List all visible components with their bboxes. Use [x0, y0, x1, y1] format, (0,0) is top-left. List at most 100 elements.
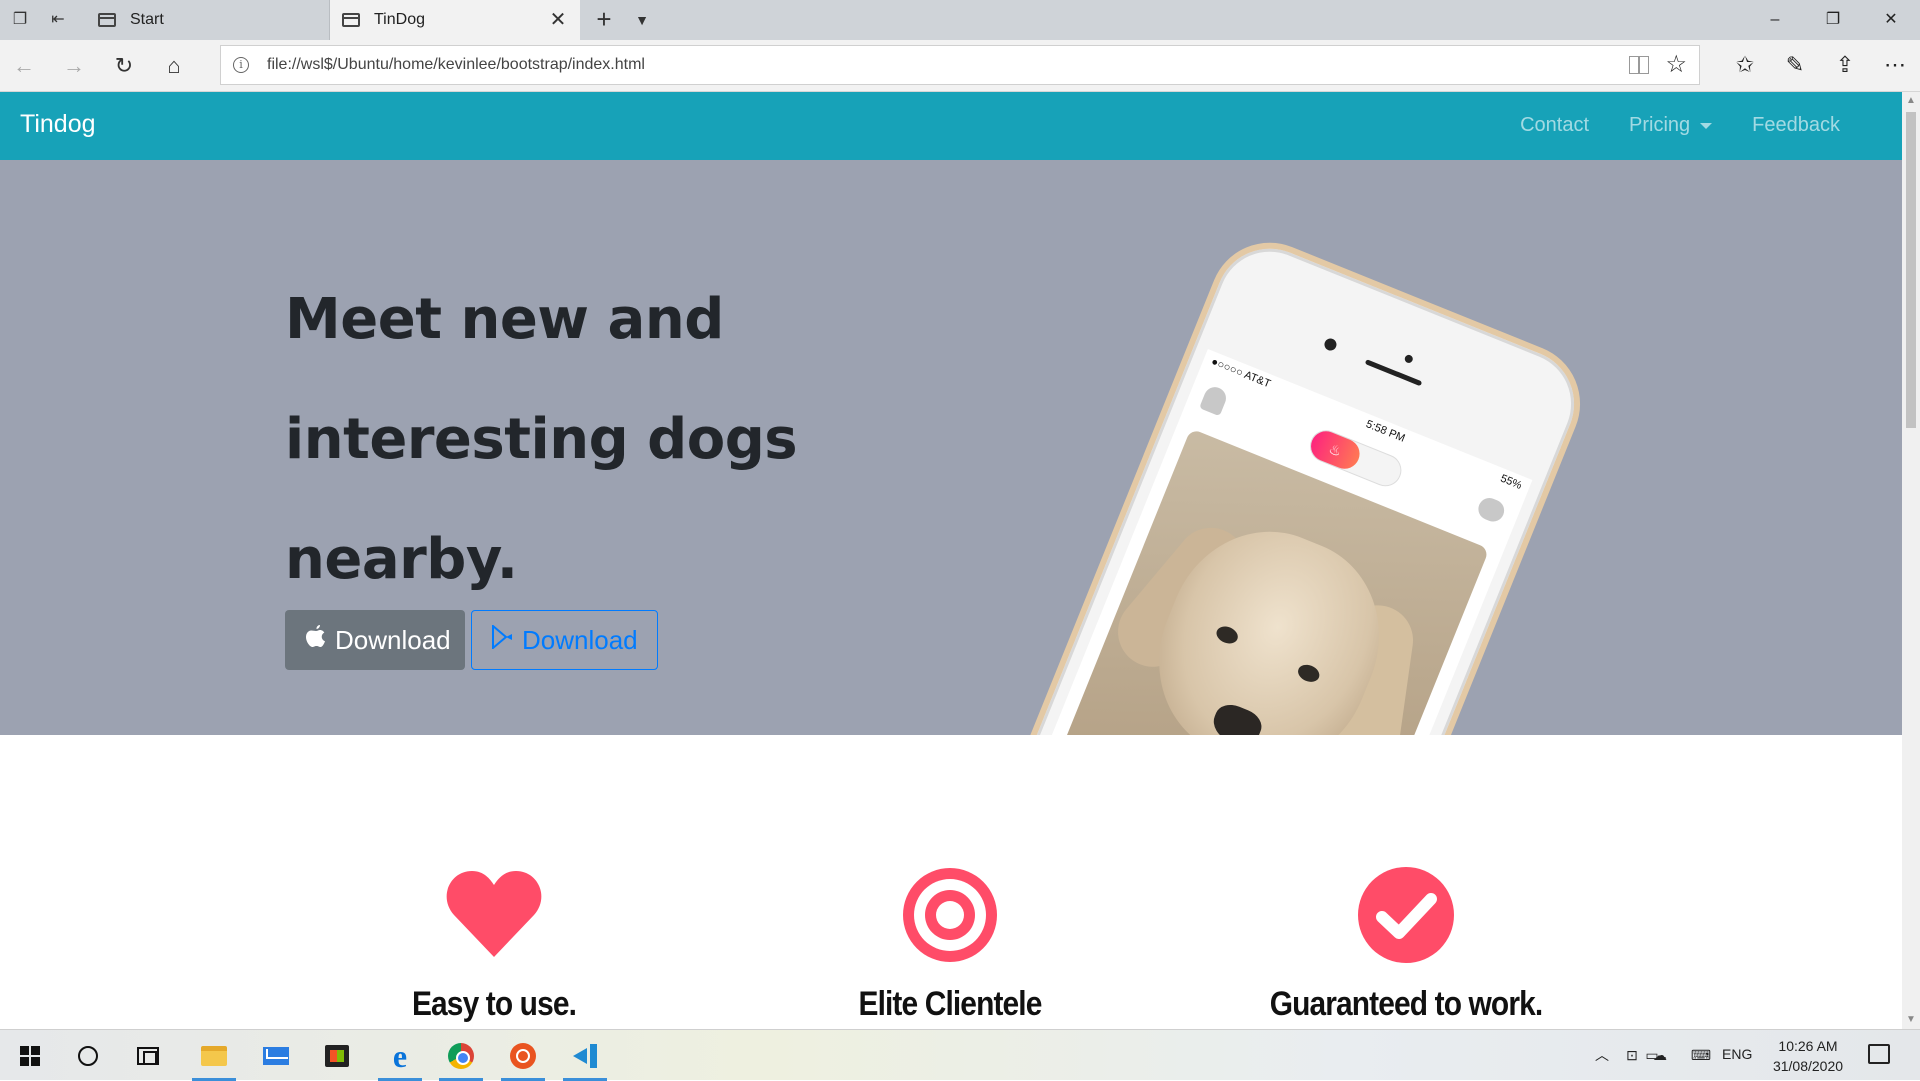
cortana-button[interactable] — [64, 1030, 112, 1081]
chrome-icon — [448, 1042, 474, 1069]
iphone-image: ●○○○○ AT&T 5:58 PM 55% ♨ — [951, 224, 1599, 735]
tab-label: TinDog — [374, 11, 425, 28]
phone-battery: 55% — [1498, 472, 1524, 492]
site-navbar: Tindog Contact Pricing Feedback — [0, 92, 1902, 160]
keyboard-icon[interactable]: ⌨ — [1686, 1046, 1716, 1064]
restore-button[interactable]: ❐ — [1804, 0, 1862, 40]
task-view-button[interactable] — [124, 1030, 172, 1081]
info-icon[interactable]: i — [233, 57, 249, 73]
reading-view-icon[interactable] — [1629, 56, 1649, 74]
task-view-icon — [137, 1046, 159, 1065]
navbar-links: Contact Pricing Feedback — [1500, 114, 1860, 137]
mail-button[interactable] — [252, 1030, 300, 1081]
start-button[interactable] — [6, 1030, 54, 1081]
scroll-up-icon[interactable]: ▲ — [1902, 92, 1920, 110]
taskbar-clock[interactable]: 10:26 AM 31/08/2020 — [1766, 1036, 1850, 1076]
nav-feedback[interactable]: Feedback — [1732, 114, 1860, 137]
tab-start[interactable]: Start — [86, 0, 330, 40]
set-tabs-aside-icon[interactable]: ⇤ — [46, 8, 70, 32]
ubuntu-icon — [510, 1042, 536, 1069]
url-text[interactable]: file://wsl$/Ubuntu/home/kevinlee/bootstr… — [267, 56, 645, 74]
nav-pricing[interactable]: Pricing — [1609, 114, 1732, 137]
page-viewport: Tindog Contact Pricing Feedback Meet new… — [0, 92, 1902, 1029]
store-icon — [325, 1044, 349, 1067]
star-icon[interactable]: ☆ — [1665, 51, 1687, 79]
mail-icon — [263, 1046, 289, 1065]
clock-date: 31/08/2020 — [1772, 1058, 1844, 1074]
headline-line: Meet new and — [285, 287, 724, 352]
chevron-down-icon[interactable]: ▼ — [628, 6, 656, 34]
tab-label: Start — [130, 11, 164, 28]
page-scrollbar[interactable]: ▲ ▼ — [1902, 92, 1920, 1029]
apple-download-button[interactable]: Download — [285, 610, 465, 670]
refresh-button[interactable]: ↻ — [110, 52, 138, 80]
caret-down-icon — [1700, 122, 1713, 129]
more-icon[interactable]: ⋯ — [1880, 50, 1910, 80]
browser-toolbar: ← → ↻ ⌂ i file://wsl$/Ubuntu/home/kevinl… — [0, 40, 1920, 92]
tab-actions-icon[interactable]: ❐ — [8, 8, 32, 32]
page-icon — [342, 13, 360, 27]
hero-section: Meet new and interesting dogs nearby. Do… — [0, 160, 1902, 735]
new-tab-button[interactable]: + — [590, 6, 618, 34]
close-tab-icon[interactable]: ✕ — [546, 8, 570, 32]
scroll-down-icon[interactable]: ▼ — [1902, 1011, 1920, 1029]
onedrive-icon[interactable]: ☁ — [1650, 1046, 1670, 1064]
show-hidden-icons-icon[interactable]: ︿ — [1592, 1046, 1612, 1064]
google-play-download-label: Download — [522, 624, 638, 655]
window-controls: – ❐ ✕ — [1746, 0, 1920, 40]
feature-title: Easy to use. — [411, 985, 577, 1023]
address-bar[interactable]: i file://wsl$/Ubuntu/home/kevinlee/boots… — [220, 45, 1700, 85]
flame-icon: ♨ — [1306, 426, 1365, 474]
apple-download-label: Download — [335, 624, 451, 655]
browser-tabstrip: ❐ ⇤ Start TinDog ✕ + ▼ – ❐ ✕ — [0, 0, 1920, 40]
minimize-button[interactable]: – — [1746, 0, 1804, 40]
hero-headline: Meet new and interesting dogs nearby. — [285, 260, 805, 620]
store-button[interactable] — [313, 1030, 361, 1081]
phone-speaker — [1364, 359, 1423, 387]
folder-icon — [201, 1045, 227, 1066]
profile-icon — [1199, 383, 1230, 417]
chrome-button[interactable] — [437, 1030, 485, 1081]
apple-icon — [305, 625, 327, 655]
tab-tindog[interactable]: TinDog ✕ — [330, 0, 580, 40]
edge-button[interactable]: e — [376, 1030, 424, 1081]
headline-line: interesting dogs — [285, 407, 798, 472]
nav-pricing-label: Pricing — [1629, 114, 1691, 136]
clock-time: 10:26 AM — [1778, 1038, 1838, 1054]
headline-line: nearby. — [285, 527, 518, 592]
home-button[interactable]: ⌂ — [160, 52, 188, 80]
bullseye-icon — [903, 868, 997, 962]
feature-title: Guaranteed to work. — [1269, 985, 1543, 1023]
windows-logo-icon — [20, 1045, 40, 1066]
page-icon — [98, 13, 116, 27]
navbar-brand[interactable]: Tindog — [20, 110, 96, 139]
check-circle-icon — [1358, 867, 1454, 963]
heart-icon — [446, 871, 542, 957]
features-section: Easy to use. Elite Clientele Guaranteed … — [0, 735, 1902, 1029]
phone-time: 5:58 PM — [1364, 418, 1407, 445]
close-window-button[interactable]: ✕ — [1862, 0, 1920, 40]
favorites-list-icon[interactable]: ✩ — [1730, 50, 1760, 80]
nav-contact[interactable]: Contact — [1500, 114, 1609, 137]
vscode-button[interactable] — [561, 1030, 609, 1081]
forward-button[interactable]: → — [60, 52, 88, 80]
scrollbar-thumb[interactable] — [1906, 112, 1916, 428]
phone-carrier: ●○○○○ AT&T — [1209, 355, 1273, 391]
phone-camera — [1322, 336, 1339, 353]
cortana-icon — [78, 1045, 98, 1066]
defender-icon[interactable]: ⊡ — [1622, 1046, 1642, 1064]
back-button[interactable]: ← — [10, 52, 38, 80]
pen-icon[interactable]: ✎ — [1780, 50, 1810, 80]
edge-icon: e — [392, 1037, 408, 1074]
ubuntu-button[interactable] — [499, 1030, 547, 1081]
chat-icon — [1475, 494, 1508, 525]
dog-photo — [966, 428, 1490, 735]
vscode-icon — [573, 1043, 597, 1068]
phone-screen: ●○○○○ AT&T 5:58 PM 55% ♨ — [966, 348, 1533, 735]
notification-center-icon[interactable] — [1868, 1044, 1890, 1064]
google-play-download-button[interactable]: Download — [471, 610, 658, 670]
language-indicator[interactable]: ENG — [1722, 1046, 1752, 1062]
file-explorer-button[interactable] — [190, 1030, 238, 1081]
feature-title: Elite Clientele — [858, 985, 1042, 1023]
share-icon[interactable]: ⇪ — [1830, 50, 1860, 80]
